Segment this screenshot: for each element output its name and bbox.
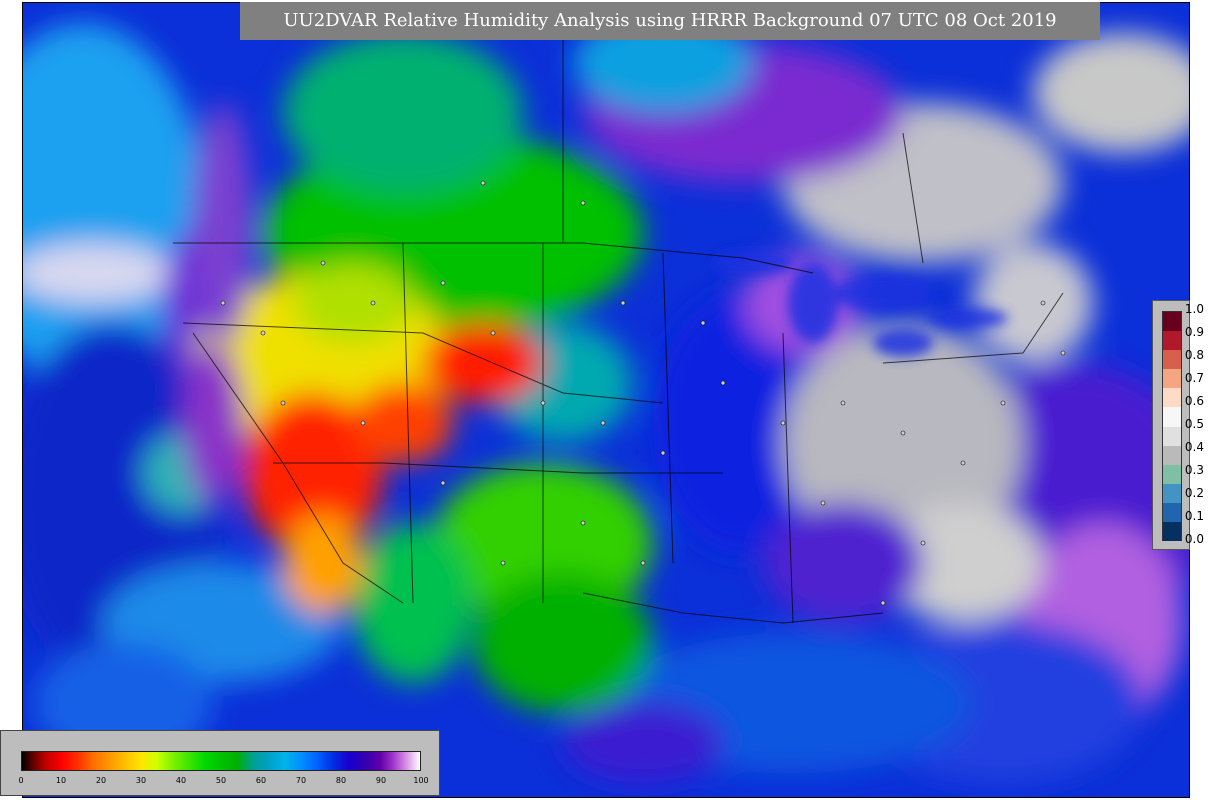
colorbar-tick: 10 (55, 776, 67, 785)
colorbar-tick: 100 (413, 776, 429, 785)
colorbar-tick: 90 (375, 776, 387, 785)
colorbar-tick: 40 (175, 776, 187, 785)
colorbar-tick: 50 (215, 776, 227, 785)
obs-tick: 0.9 (1184, 325, 1204, 339)
obs-tick: 0.0 (1184, 532, 1204, 546)
colorbar-tick: 80 (335, 776, 347, 785)
obs-tick: 0.6 (1184, 394, 1204, 408)
rh-colorbar: 0 10 20 30 40 50 60 70 80 90 100 (0, 730, 440, 796)
obs-tick: 0.2 (1184, 486, 1204, 500)
colorbar-tick: 60 (255, 776, 267, 785)
map-title: UU2DVAR Relative Humidity Analysis using… (240, 2, 1100, 40)
colorbar-tick: 30 (135, 776, 147, 785)
colorbar-tick: 70 (295, 776, 307, 785)
obs-tick: 0.4 (1184, 440, 1204, 454)
rh-colorbar-gradient (21, 751, 421, 771)
obs-tick: 0.1 (1184, 509, 1204, 523)
colorbar-tick: 20 (95, 776, 107, 785)
obs-tick: 0.8 (1184, 348, 1204, 362)
obs-tick: 0.3 (1184, 463, 1204, 477)
obs-tick: 0.5 (1184, 417, 1204, 431)
obs-tick: 0.7 (1184, 371, 1204, 385)
colorbar-tick: 0 (18, 776, 24, 785)
obs-tick: 1.0 (1184, 302, 1204, 316)
rh-analysis-map (22, 2, 1190, 798)
